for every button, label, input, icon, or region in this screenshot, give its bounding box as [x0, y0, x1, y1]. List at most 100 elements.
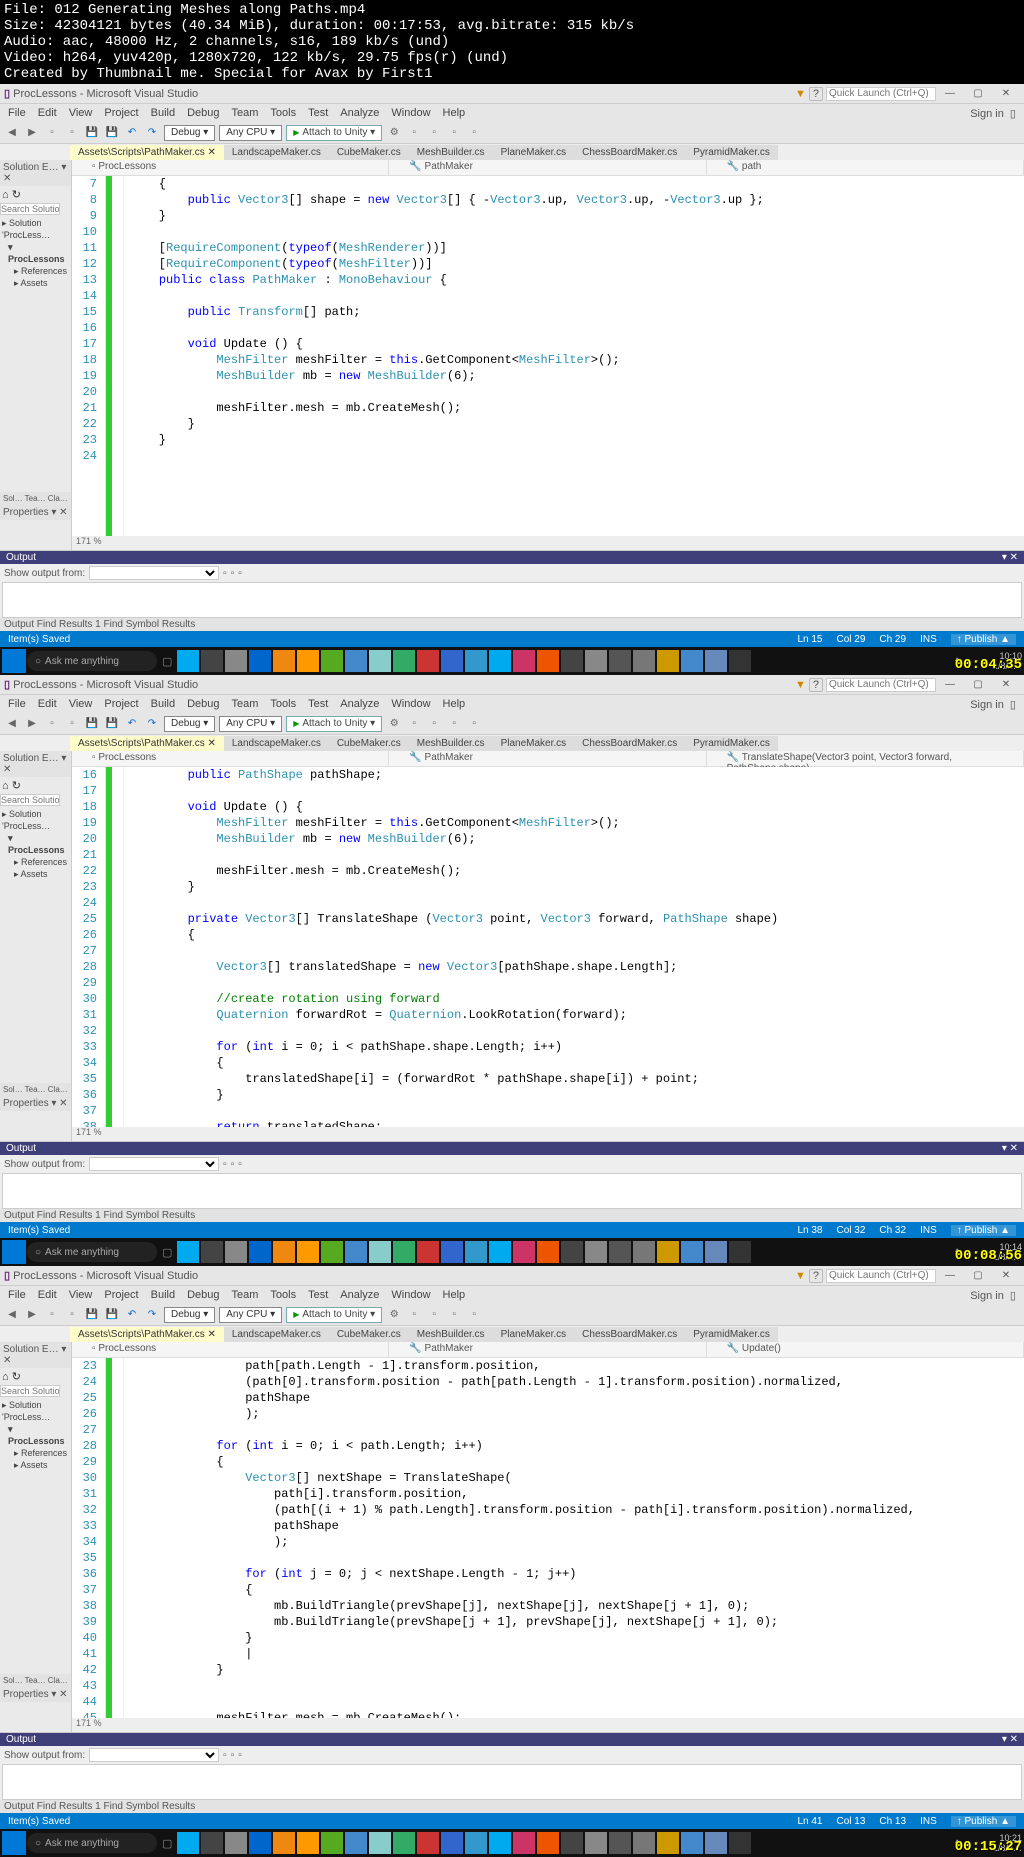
editor-tab[interactable]: ChessBoardMaker.cs	[574, 145, 685, 160]
redo-icon[interactable]: ↷	[144, 125, 160, 141]
tb-icon[interactable]: ▫	[466, 125, 482, 141]
publish-button[interactable]: ↑ Publish ▲	[951, 1816, 1016, 1827]
menu-item[interactable]: Project	[98, 107, 144, 119]
new-icon[interactable]: ▫	[44, 125, 60, 141]
feedback-icon[interactable]: ?	[809, 87, 823, 101]
tb-icon[interactable]: ▫	[406, 716, 422, 732]
menu-item[interactable]: Tools	[264, 1289, 302, 1301]
config-dropdown[interactable]: Debug ▾	[164, 125, 215, 141]
menu-item[interactable]: Edit	[32, 107, 63, 119]
tb-icon[interactable]: ▫	[231, 1750, 235, 1761]
attach-button[interactable]: Attach to Unity ▾	[286, 1307, 382, 1323]
taskbar-app-icon[interactable]	[201, 1241, 223, 1263]
minimize-button[interactable]: —	[936, 679, 964, 690]
solution-node[interactable]: ▸ Solution 'ProcLess…	[2, 217, 69, 241]
menu-item[interactable]: Edit	[32, 698, 63, 710]
taskbar-app-icon[interactable]	[585, 650, 607, 672]
signin-link[interactable]: Sign in ▯	[964, 107, 1022, 120]
crumb-project[interactable]: ▫ ProcLessons	[72, 1342, 389, 1357]
menu-item[interactable]: Debug	[181, 1289, 225, 1301]
nav-back-icon[interactable]: ◀	[4, 1307, 20, 1323]
solution-search-input[interactable]	[0, 794, 60, 806]
outline-col[interactable]	[112, 176, 124, 536]
menu-item[interactable]: Tools	[264, 698, 302, 710]
menu-item[interactable]: View	[63, 1289, 99, 1301]
redo-icon[interactable]: ↷	[144, 716, 160, 732]
tb-icon[interactable]: ▫	[223, 1159, 227, 1170]
menu-item[interactable]: Window	[385, 698, 436, 710]
taskbar-app-icon[interactable]	[417, 650, 439, 672]
menu-item[interactable]: Analyze	[334, 107, 385, 119]
attach-button[interactable]: Attach to Unity ▾	[286, 716, 382, 732]
crumb-project[interactable]: ▫ ProcLessons	[72, 751, 389, 766]
taskbar-app-icon[interactable]	[273, 1241, 295, 1263]
taskbar-app-icon[interactable]	[657, 1241, 679, 1263]
bottom-tabs[interactable]: Sol… Tea… Cla…	[0, 1083, 71, 1096]
taskbar-app-icon[interactable]	[705, 650, 727, 672]
outline-col[interactable]	[112, 767, 124, 1127]
taskbar-app-icon[interactable]	[345, 1832, 367, 1854]
editor-tab[interactable]: PlaneMaker.cs	[493, 1327, 575, 1342]
editor-tab[interactable]: CubeMaker.cs	[329, 1327, 409, 1342]
taskbar-app-icon[interactable]	[273, 650, 295, 672]
assets-node[interactable]: ▸ Assets	[2, 868, 69, 880]
saveall-icon[interactable]: 💾	[104, 125, 120, 141]
menu-item[interactable]: File	[2, 1289, 32, 1301]
editor-tab[interactable]: MeshBuilder.cs	[409, 1327, 493, 1342]
tb-icon[interactable]: ⚙	[386, 1307, 402, 1323]
taskbar-app-icon[interactable]	[729, 1832, 751, 1854]
taskbar-app-icon[interactable]	[321, 1832, 343, 1854]
assets-node[interactable]: ▸ Assets	[2, 1459, 69, 1471]
menu-item[interactable]: Test	[302, 698, 334, 710]
tb-icon[interactable]: ▫	[231, 568, 235, 579]
menu-item[interactable]: Help	[437, 698, 472, 710]
taskbar-app-icon[interactable]	[585, 1832, 607, 1854]
redo-icon[interactable]: ↷	[144, 1307, 160, 1323]
close-button[interactable]: ✕	[992, 679, 1020, 690]
taskbar-app-icon[interactable]	[369, 1241, 391, 1263]
menu-item[interactable]: Window	[385, 107, 436, 119]
signin-link[interactable]: Sign in ▯	[964, 1289, 1022, 1302]
crumb-class[interactable]: 🔧 PathMaker	[389, 1342, 706, 1357]
taskbar-app-icon[interactable]	[633, 650, 655, 672]
taskbar-app-icon[interactable]	[441, 650, 463, 672]
nav-fwd-icon[interactable]: ▶	[24, 1307, 40, 1323]
taskbar-app-icon[interactable]	[225, 1241, 247, 1263]
taskbar-app-icon[interactable]	[393, 650, 415, 672]
start-button[interactable]	[2, 1240, 26, 1264]
refresh-icon[interactable]: ↻	[12, 1371, 21, 1383]
menu-item[interactable]: File	[2, 107, 32, 119]
tb-icon[interactable]: ▫	[426, 1307, 442, 1323]
taskbar-app-icon[interactable]	[297, 650, 319, 672]
tb-icon[interactable]: ▫	[406, 1307, 422, 1323]
taskbar-app-icon[interactable]	[681, 650, 703, 672]
tb-icon[interactable]: ▫	[446, 1307, 462, 1323]
maximize-button[interactable]: ▢	[964, 1270, 992, 1281]
bottom-tabs[interactable]: Sol… Tea… Cla…	[0, 492, 71, 505]
editor-tab[interactable]: LandscapeMaker.cs	[224, 1327, 329, 1342]
tb-icon[interactable]: ▫	[238, 568, 242, 579]
code-editor[interactable]: 16 17 18 19 20 21 22 23 24 25 26 27 28 2…	[72, 767, 1024, 1127]
refresh-icon[interactable]: ↻	[12, 189, 21, 201]
taskbar-app-icon[interactable]	[297, 1832, 319, 1854]
output-source-dropdown[interactable]	[89, 1748, 219, 1762]
tb-icon[interactable]: ▫	[426, 125, 442, 141]
editor-tab[interactable]: CubeMaker.cs	[329, 145, 409, 160]
references-node[interactable]: ▸ References	[2, 856, 69, 868]
tb-icon[interactable]: ▫	[238, 1750, 242, 1761]
editor-tab[interactable]: ChessBoardMaker.cs	[574, 736, 685, 751]
output-tabs[interactable]: Output Find Results 1 Find Symbol Result…	[0, 1800, 1024, 1813]
menu-item[interactable]: Team	[226, 698, 265, 710]
crumb-member[interactable]: 🔧 Update()	[707, 1342, 1024, 1357]
publish-button[interactable]: ↑ Publish ▲	[951, 1225, 1016, 1236]
taskbar-app-icon[interactable]	[513, 1832, 535, 1854]
zoom-indicator[interactable]: 171 %	[72, 1718, 1024, 1732]
editor-tab[interactable]: PlaneMaker.cs	[493, 145, 575, 160]
taskbar-app-icon[interactable]	[417, 1241, 439, 1263]
zoom-indicator[interactable]: 171 %	[72, 1127, 1024, 1141]
taskbar-app-icon[interactable]	[393, 1832, 415, 1854]
output-source-dropdown[interactable]	[89, 566, 219, 580]
code-text[interactable]: public PathShape pathShape; void Update …	[124, 767, 1024, 1127]
minimize-button[interactable]: —	[936, 88, 964, 99]
taskbar-app-icon[interactable]	[705, 1832, 727, 1854]
